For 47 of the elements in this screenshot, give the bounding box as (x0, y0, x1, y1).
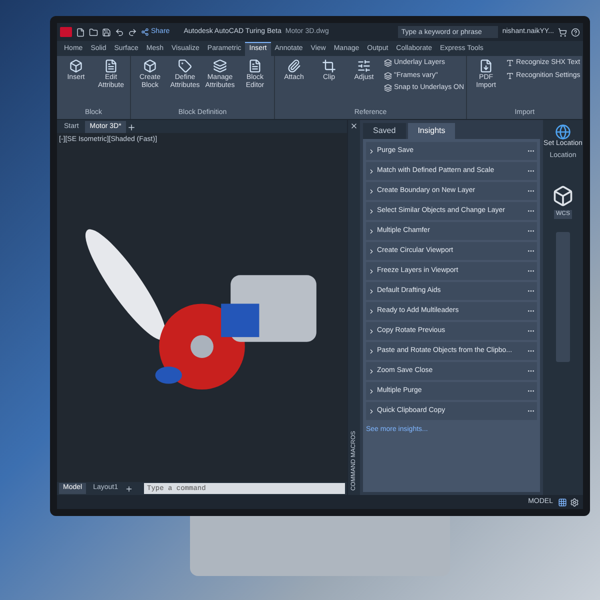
layers-icon (384, 72, 392, 80)
folder-icon[interactable] (89, 28, 98, 36)
chevron-icon (368, 348, 375, 354)
chevron-icon (368, 328, 375, 334)
save-icon[interactable] (102, 28, 111, 36)
chevron-icon (368, 188, 375, 194)
tool-icon (69, 59, 83, 73)
chevron-icon (368, 208, 375, 214)
chevron-icon (368, 308, 375, 314)
tool-icon (143, 59, 157, 73)
chevron-icon (368, 248, 375, 254)
redo-icon[interactable] (128, 28, 137, 36)
undo-icon[interactable] (115, 28, 124, 36)
chevron-icon (368, 148, 375, 154)
globe-icon (554, 124, 571, 140)
tool-icon (479, 59, 494, 73)
tool-icon (104, 59, 118, 73)
chevron-icon (368, 268, 375, 274)
tool-icon (287, 59, 301, 73)
viewcube-icon[interactable] (552, 184, 574, 206)
layers-icon (384, 59, 392, 68)
grid-icon[interactable] (558, 498, 567, 506)
chevron-icon (368, 388, 375, 394)
help-icon[interactable] (571, 28, 580, 36)
tool-icon (357, 59, 371, 73)
app-logo-icon (60, 27, 72, 37)
chevron-icon (368, 288, 375, 294)
chevron-icon (368, 168, 375, 174)
add-tab-icon[interactable] (127, 123, 136, 132)
tool-icon (322, 59, 336, 73)
chevron-icon (368, 228, 375, 234)
settings-icon[interactable] (570, 498, 579, 506)
add-layout-icon[interactable] (125, 484, 133, 492)
tool-icon (248, 59, 262, 73)
tool-icon (178, 59, 192, 73)
text-icon (506, 72, 514, 80)
text-icon (506, 59, 514, 68)
tool-icon (213, 59, 227, 73)
close-icon[interactable] (350, 122, 358, 130)
chevron-icon (368, 368, 375, 374)
share-icon (141, 28, 149, 36)
palette-tab[interactable]: Insights (408, 123, 456, 139)
new-file-icon[interactable] (76, 28, 85, 36)
palette-tab[interactable]: Saved (363, 123, 406, 139)
cart-icon[interactable] (558, 28, 567, 36)
chevron-icon (368, 408, 375, 414)
layers-icon (384, 84, 392, 92)
